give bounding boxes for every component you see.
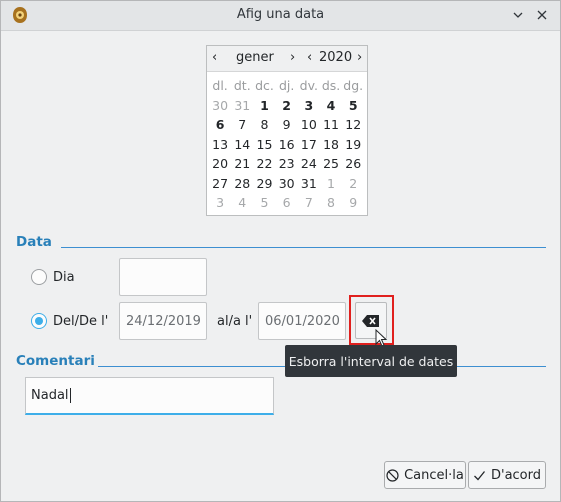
calendar-day[interactable]: 11 xyxy=(320,115,342,135)
day-radio[interactable] xyxy=(31,269,47,285)
weekday-header: dc. xyxy=(255,78,274,93)
month-label[interactable]: gener xyxy=(236,50,274,65)
close-icon[interactable] xyxy=(532,5,552,25)
calendar-day[interactable]: 28 xyxy=(231,174,253,194)
calendar-day[interactable]: 9 xyxy=(276,115,298,135)
cancel-button[interactable]: Cancel·la xyxy=(384,461,466,489)
range-to-label: al/a l' xyxy=(217,314,253,329)
ok-label: D'acord xyxy=(490,467,542,483)
range-to-field[interactable]: 06/01/2020 xyxy=(258,302,346,340)
checkmark-icon xyxy=(474,470,485,480)
calendar-day[interactable]: 7 xyxy=(231,115,253,135)
calendar-day[interactable]: 1 xyxy=(320,174,342,194)
calendar-day[interactable]: 3 xyxy=(298,96,320,116)
calendar-day[interactable]: 12 xyxy=(342,115,364,135)
calendar-day[interactable]: 13 xyxy=(209,135,231,155)
calendar-day[interactable]: 30 xyxy=(276,174,298,194)
calendar-day[interactable]: 23 xyxy=(276,154,298,174)
day-date-field[interactable] xyxy=(119,258,207,296)
year-label[interactable]: 2020 xyxy=(319,50,352,65)
calendar-day[interactable]: 2 xyxy=(276,96,298,116)
range-from-label: Del/De l' xyxy=(53,314,109,329)
calendar-day[interactable]: 10 xyxy=(298,115,320,135)
weekday-header: ds. xyxy=(321,78,341,93)
calendar-day[interactable]: 17 xyxy=(298,135,320,155)
calendar-day[interactable]: 14 xyxy=(231,135,253,155)
calendar-day[interactable]: 4 xyxy=(320,96,342,116)
text-caret xyxy=(69,388,71,403)
calendar-day[interactable]: 31 xyxy=(231,96,253,116)
title-bar: Afig una data xyxy=(1,1,560,31)
calendar-day[interactable]: 4 xyxy=(231,193,253,213)
calendar-day[interactable]: 2 xyxy=(342,174,364,194)
calendar-day[interactable]: 25 xyxy=(320,154,342,174)
calendar-day[interactable]: 29 xyxy=(253,174,275,194)
calendar-day[interactable]: 16 xyxy=(276,135,298,155)
comment-input[interactable]: Nadal xyxy=(25,377,274,415)
weekday-header: dj. xyxy=(278,78,295,93)
comment-section-divider-left xyxy=(98,366,285,367)
comment-section-header: Comentari xyxy=(16,353,95,369)
day-label: Dia xyxy=(53,270,75,285)
weekday-header: dl. xyxy=(212,78,228,93)
calendar-day[interactable]: 20 xyxy=(209,154,231,174)
calendar-day[interactable]: 15 xyxy=(253,135,275,155)
calendar-day[interactable]: 18 xyxy=(320,135,342,155)
calendar-day[interactable]: 8 xyxy=(320,193,342,213)
date-section-divider xyxy=(61,247,546,248)
dialog-window: Afig una data ‹ gener › ‹ 2020 › dl. dt.… xyxy=(0,0,561,502)
calendar-day[interactable]: 30 xyxy=(209,96,231,116)
calendar-day[interactable]: 27 xyxy=(209,174,231,194)
calendar-day[interactable]: 7 xyxy=(298,193,320,213)
date-section-header: Data xyxy=(16,234,52,250)
range-from-field[interactable]: 24/12/2019 xyxy=(119,302,207,340)
calendar-day[interactable]: 1 xyxy=(253,96,275,116)
cancel-label: Cancel·la xyxy=(404,467,464,483)
calendar-day[interactable]: 5 xyxy=(342,96,364,116)
calendar-header: ‹ gener › ‹ 2020 › xyxy=(207,46,367,72)
calendar-day[interactable]: 6 xyxy=(276,193,298,213)
calendar-day[interactable]: 22 xyxy=(253,154,275,174)
comment-section-divider-right xyxy=(457,366,546,367)
calendar-grid: dl. dt. dc. dj. dv. ds. dg. 30 31 1 2 3 … xyxy=(209,76,365,213)
calendar-day[interactable]: 31 xyxy=(298,174,320,194)
calendar-day[interactable]: 19 xyxy=(342,135,364,155)
next-year-icon[interactable]: › xyxy=(357,50,362,65)
weekday-header: dt. xyxy=(233,78,251,93)
calendar-day[interactable]: 24 xyxy=(298,154,320,174)
calendar-day[interactable]: 8 xyxy=(253,115,275,135)
prev-month-icon[interactable]: ‹ xyxy=(212,50,217,65)
range-radio[interactable] xyxy=(31,313,47,329)
ok-button[interactable]: D'acord xyxy=(468,461,546,489)
next-month-icon[interactable]: › xyxy=(290,50,295,65)
comment-text: Nadal xyxy=(31,388,69,403)
calendar-day[interactable]: 3 xyxy=(209,193,231,213)
window-title: Afig una data xyxy=(236,7,325,22)
weekday-header: dg. xyxy=(343,78,364,93)
minimize-chevron-icon[interactable] xyxy=(508,5,528,25)
cancel-icon xyxy=(386,468,399,482)
calendar-day[interactable]: 6 xyxy=(209,115,231,135)
calendar-day[interactable]: 5 xyxy=(253,193,275,213)
backspace-clear-icon xyxy=(362,314,379,327)
prev-year-icon[interactable]: ‹ xyxy=(307,50,312,65)
calendar-day[interactable]: 26 xyxy=(342,154,364,174)
calendar-widget[interactable]: ‹ gener › ‹ 2020 › dl. dt. dc. dj. dv. d… xyxy=(206,45,368,216)
calendar-day[interactable]: 21 xyxy=(231,154,253,174)
weekday-header: dv. xyxy=(299,78,319,93)
calendar-day[interactable]: 9 xyxy=(342,193,364,213)
clear-range-tooltip: Esborra l'interval de dates xyxy=(285,345,457,377)
